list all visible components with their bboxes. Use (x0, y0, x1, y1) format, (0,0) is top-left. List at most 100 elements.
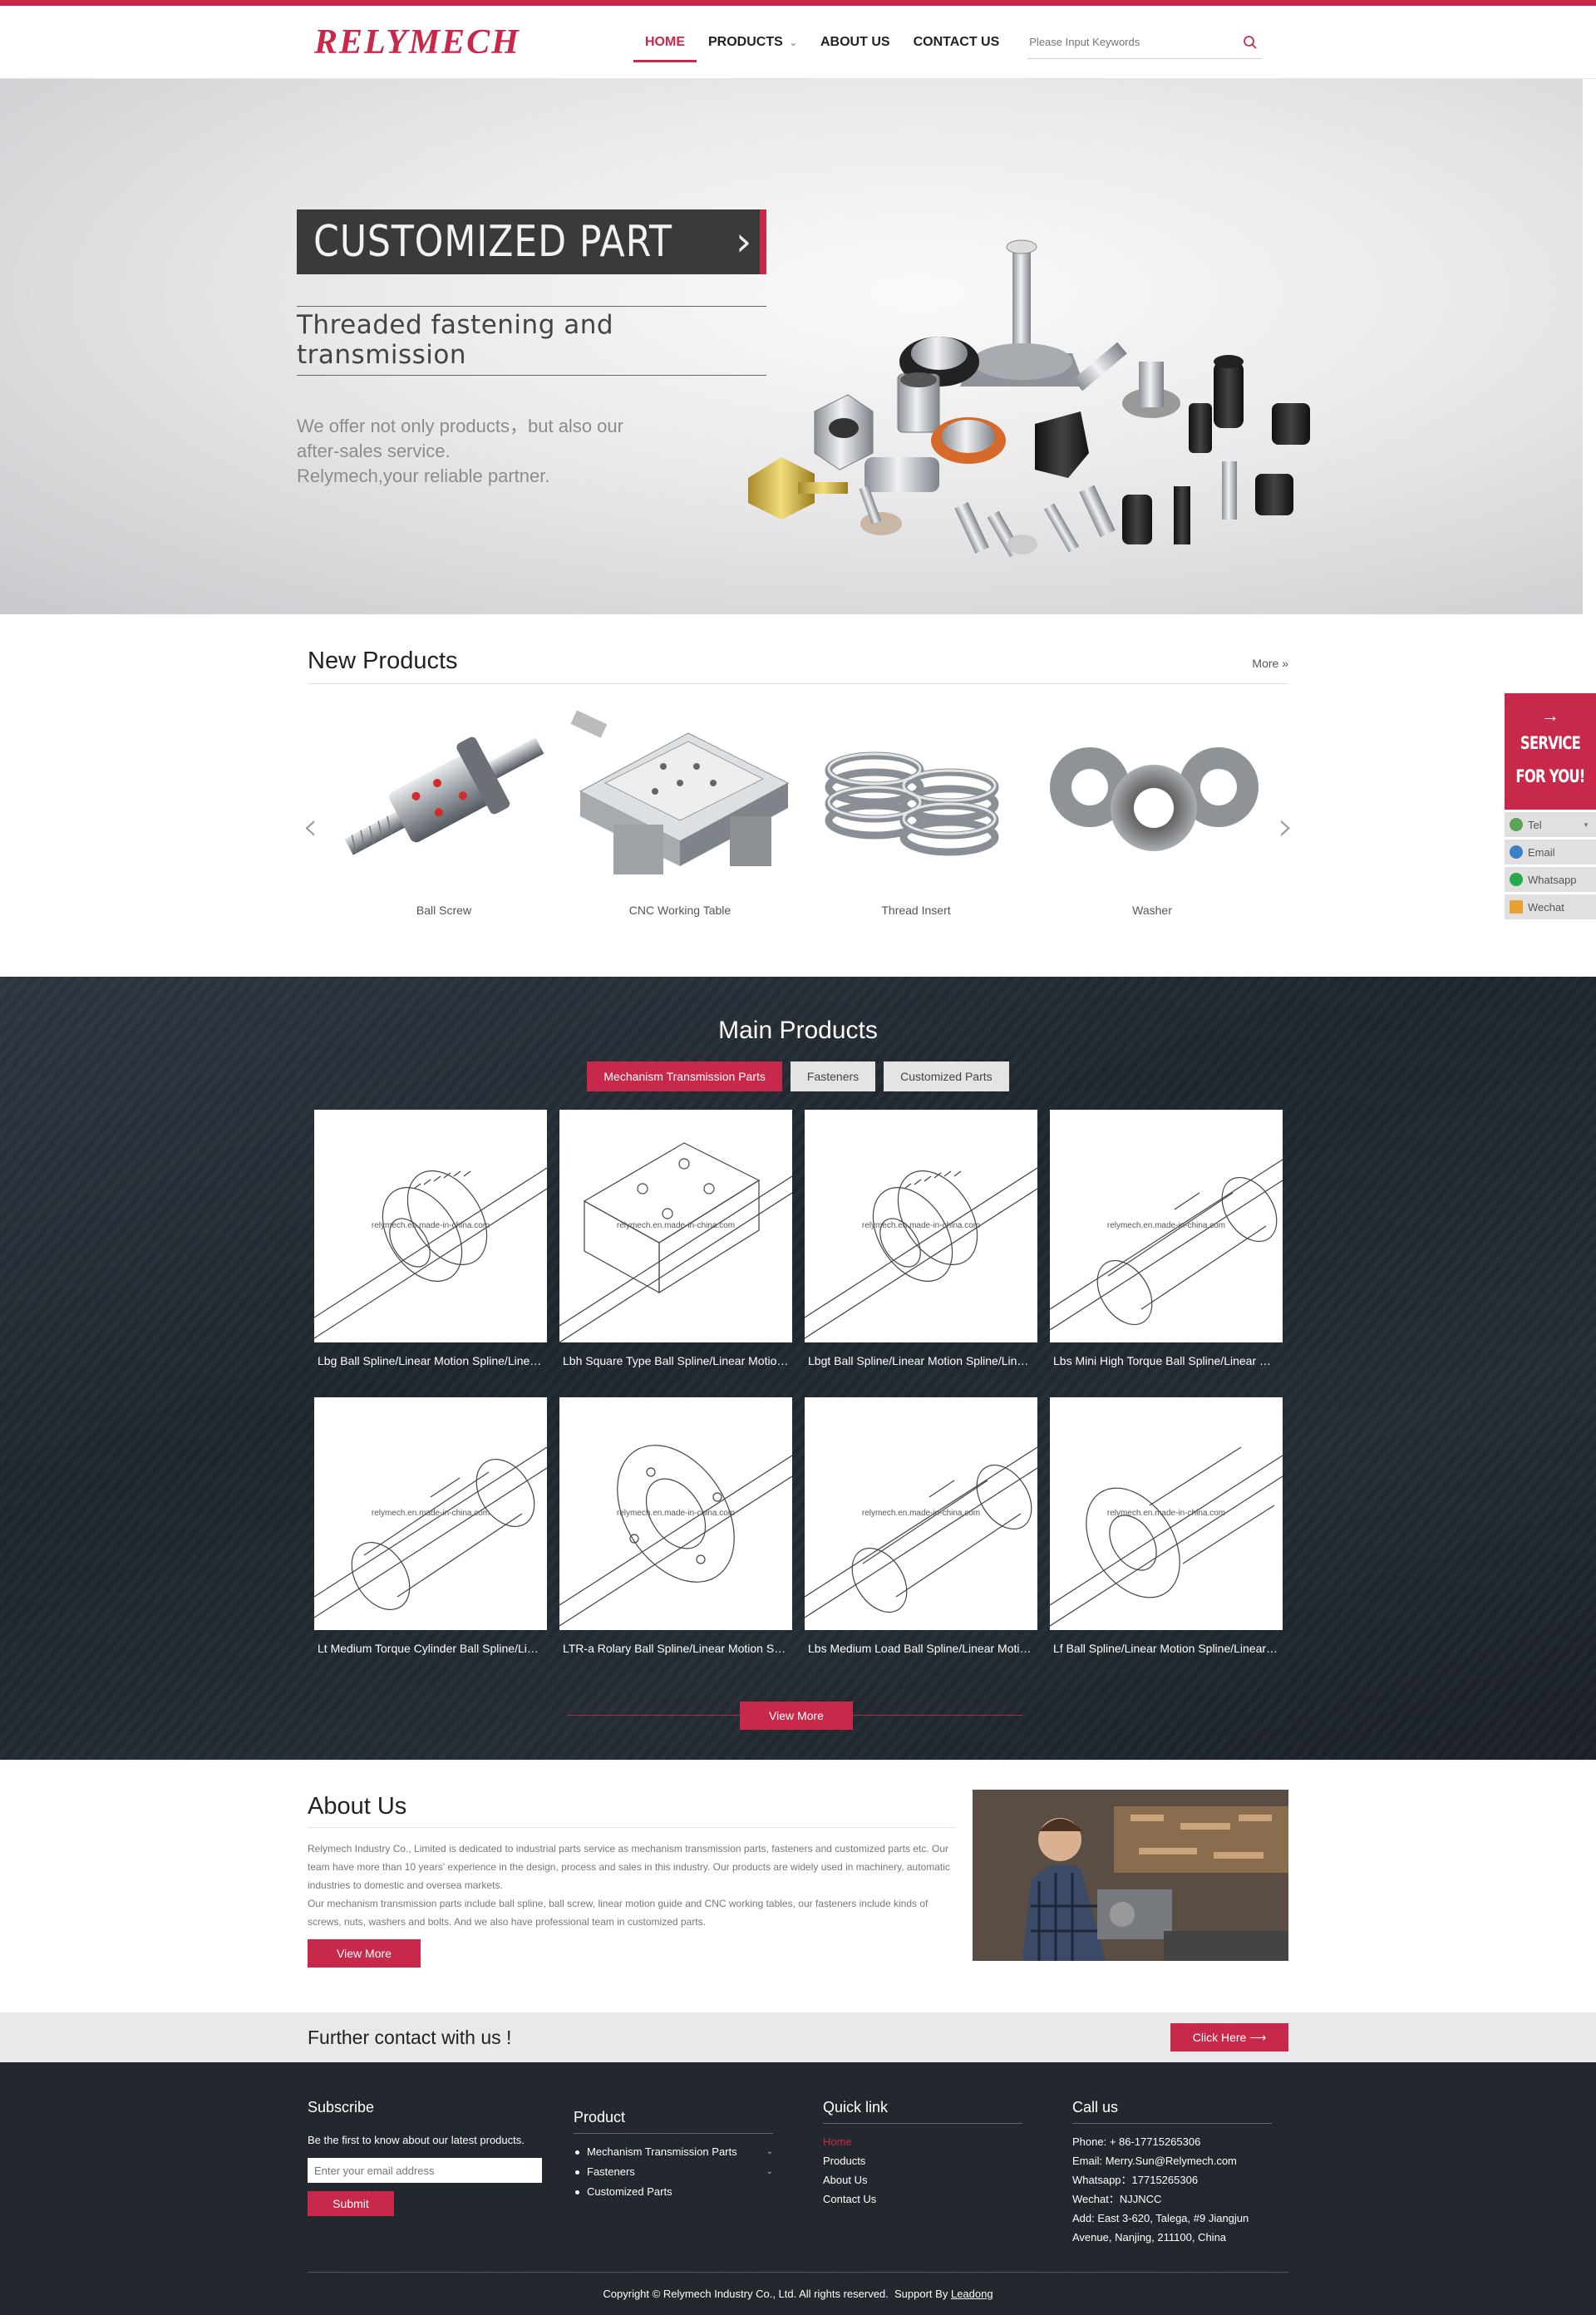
about-paragraph: Our mechanism transmission parts include… (308, 1898, 929, 1928)
product-title: LTR-a Rolary Ball Spline/Linear Motion S… (563, 1642, 792, 1655)
about-view-more-button[interactable]: View More (308, 1939, 421, 1968)
product-card[interactable]: relymech.en.made-in-china.com LTR-a Rola… (559, 1397, 792, 1672)
nav-home[interactable]: HOME (633, 22, 697, 62)
banner-text: CUSTOMIZED PART › Threaded fastening and… (297, 209, 766, 489)
product-card[interactable]: relymech.en.made-in-china.com Lf Ball Sp… (1050, 1397, 1283, 1672)
contact-whatsapp: Whatsapp：17715265306 (1072, 2174, 1199, 2186)
contact-email[interactable]: Email: Merry.Sun@Relymech.com (1072, 2151, 1288, 2170)
product-card[interactable]: relymech.en.made-in-china.com Lbs Medium… (805, 1397, 1037, 1672)
view-more-button[interactable]: View More (740, 1702, 853, 1730)
product-card[interactable]: relymech.en.made-in-china.com Lt Medium … (314, 1397, 547, 1672)
nav-products-label: PRODUCTS (708, 35, 783, 49)
nav-contact-us[interactable]: CONTACT US (902, 22, 1012, 62)
click-here-button[interactable]: Click Here ⟶ (1170, 2023, 1288, 2051)
footer-product: Product Mechanism Transmission Parts ⌄ Fa… (574, 2099, 823, 2247)
banner-title-button[interactable]: CUSTOMIZED PART › (297, 209, 766, 274)
watermark: relymech.en.made-in-china.com (1106, 1509, 1226, 1518)
product-grid: relymech.en.made-in-china.com Lbg Ball S… (314, 1110, 1288, 1672)
footer-product-item[interactable]: Customized Parts (574, 2182, 773, 2202)
product-title: Lbg Ball Spline/Linear Motion Spline/Lin… (318, 1354, 547, 1367)
search-icon[interactable] (1239, 31, 1262, 54)
product-drawing-image: relymech.en.made-in-china.com (805, 1110, 1037, 1342)
subscribe-text: Be the first to know about our latest pr… (308, 2134, 525, 2146)
tab-mechanism-transmission-parts[interactable]: Mechanism Transmission Parts (587, 1061, 782, 1091)
product-label: Washer (1132, 904, 1172, 917)
product-drawing-image: relymech.en.made-in-china.com (559, 1397, 792, 1630)
product-card-cnc-table[interactable]: CNC Working Table (562, 704, 798, 917)
banner-description: We offer not only products，but also our … (297, 414, 766, 489)
main-products-section: Main Products Mechanism Transmission Par… (0, 977, 1596, 1760)
new-products-header: New Products More » (308, 648, 1288, 684)
chevron-down-icon[interactable]: ⌄ (766, 2142, 773, 2162)
footer-product-label: Customized Parts (587, 2185, 672, 2198)
product-card[interactable]: relymech.en.made-in-china.com Lbs Mini H… (1050, 1110, 1283, 1384)
watermark: relymech.en.made-in-china.com (1106, 1221, 1226, 1230)
service-whatsapp[interactable]: Whatsapp (1505, 867, 1596, 892)
product-card[interactable]: relymech.en.made-in-china.com Lbgt Ball … (805, 1110, 1037, 1384)
quick-link-products[interactable]: Products (823, 2151, 1072, 2170)
banner-subtitle: Threaded fastening and transmission (297, 306, 766, 376)
service-widget: → SERVICE FOR YOU! Tel ▼ Email Whatsapp W… (1505, 693, 1596, 919)
service-header[interactable]: → SERVICE FOR YOU! (1505, 693, 1596, 810)
product-card-thread-insert[interactable]: Thread Insert (798, 704, 1034, 917)
footer-product-item[interactable]: Mechanism Transmission Parts ⌄ (574, 2142, 773, 2162)
search-input[interactable] (1027, 36, 1239, 48)
service-line1: SERVICE (1520, 733, 1581, 753)
product-title: Lf Ball Spline/Linear Motion Spline/Line… (1053, 1642, 1283, 1655)
phone-icon (1510, 818, 1523, 831)
main-nav: HOME PRODUCTS ⌄ ABOUT US CONTACT US (633, 6, 1011, 79)
service-wechat[interactable]: Wechat (1505, 894, 1596, 919)
tab-fasteners[interactable]: Fasteners (790, 1061, 876, 1091)
footer-product-label: Fasteners (587, 2165, 635, 2178)
product-card[interactable]: relymech.en.made-in-china.com Lbh Square… (559, 1110, 792, 1384)
carousel-next-icon[interactable]: › (1278, 804, 1293, 849)
email-field[interactable] (308, 2158, 542, 2183)
carousel-prev-icon[interactable]: ‹ (303, 804, 318, 849)
chevron-down-icon[interactable]: ⌄ (766, 2162, 773, 2182)
new-products-carousel: ‹ Ball Screw CNC Working Table Thread In… (303, 704, 1293, 920)
watermark: relymech.en.made-in-china.com (616, 1509, 736, 1518)
product-label: CNC Working Table (628, 904, 732, 917)
about-paragraph: Relymech Industry Co., Limited is dedica… (308, 1843, 950, 1891)
nav-products[interactable]: PRODUCTS ⌄ (697, 22, 809, 62)
footer-product-item[interactable]: Fasteners ⌄ (574, 2162, 773, 2182)
more-link[interactable]: More » (1252, 657, 1288, 670)
product-drawing-image: relymech.en.made-in-china.com (314, 1110, 547, 1342)
footer-product-label: Mechanism Transmission Parts (587, 2145, 737, 2158)
product-drawing-image: relymech.en.made-in-china.com (314, 1397, 547, 1630)
product-card-washer[interactable]: Washer (1034, 704, 1270, 917)
submit-button[interactable]: Submit (308, 2191, 394, 2216)
washer-image (1034, 704, 1270, 887)
chevron-down-icon: ⌄ (789, 38, 797, 48)
email-icon (1510, 845, 1523, 859)
top-accent-bar (0, 0, 1596, 6)
quick-link-contact-us[interactable]: Contact Us (823, 2189, 1072, 2209)
fastener-parts-image (748, 239, 1310, 558)
product-title: Lbgt Ball Spline/Linear Motion Spline/Li… (808, 1354, 1037, 1367)
quick-link-title: Quick link (823, 2099, 1022, 2124)
service-wechat-label: Wechat (1528, 900, 1564, 914)
call-us-title: Call us (1072, 2099, 1272, 2124)
quick-link-about-us[interactable]: About Us (823, 2170, 1072, 2189)
contact-address: Add: East 3-620, Talega, #9 Jiangjun (1072, 2212, 1249, 2224)
contact-phone: Phone: + 86-17715265306 (1072, 2135, 1201, 2148)
copyright-text: Copyright © Relymech Industry Co., Ltd. … (603, 2288, 889, 2300)
wechat-icon (1510, 900, 1523, 914)
product-label: Thread Insert (881, 904, 951, 917)
service-tel[interactable]: Tel ▼ (1505, 812, 1596, 837)
about-text: About Us Relymech Industry Co., Limited … (308, 1793, 956, 1968)
site-logo[interactable]: RELYMECH (308, 22, 633, 62)
tab-customized-parts[interactable]: Customized Parts (884, 1061, 1009, 1091)
watermark: relymech.en.made-in-china.com (371, 1509, 490, 1518)
product-card-ball-screw[interactable]: Ball Screw (326, 704, 562, 917)
site-footer: Subscribe Be the first to know about our… (0, 2062, 1596, 2315)
product-title: Lbs Medium Load Ball Spline/Linear Motio… (808, 1642, 1037, 1655)
leadong-link[interactable]: Leadong (951, 2288, 993, 2300)
service-email[interactable]: Email (1505, 840, 1596, 864)
nav-about-us[interactable]: ABOUT US (809, 22, 902, 62)
service-line2: FOR YOU! (1515, 766, 1585, 786)
watermark: relymech.en.made-in-china.com (861, 1509, 981, 1518)
watermark: relymech.en.made-in-china.com (371, 1221, 490, 1230)
quick-link-home[interactable]: Home (823, 2132, 1072, 2151)
product-card[interactable]: relymech.en.made-in-china.com Lbg Ball S… (314, 1110, 547, 1384)
